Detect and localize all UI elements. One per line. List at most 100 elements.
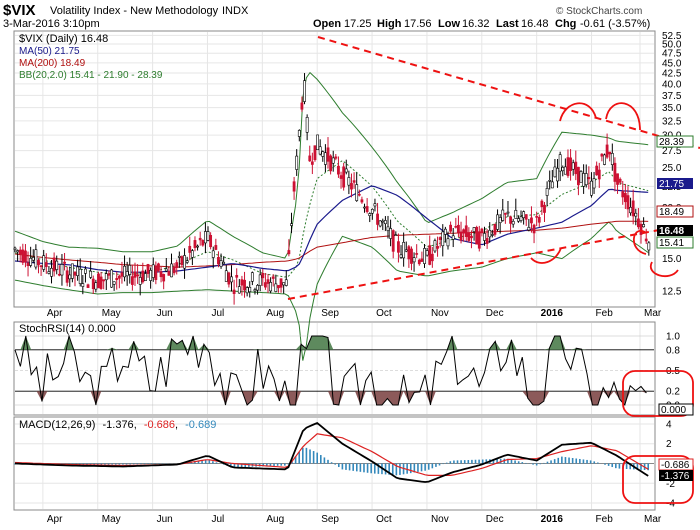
candle-body — [37, 259, 40, 266]
candle-body — [274, 283, 278, 292]
candle-body — [190, 250, 194, 258]
candle-body — [483, 233, 486, 241]
candle-body — [34, 249, 38, 268]
candle-body — [496, 214, 499, 230]
candle-body — [18, 249, 22, 255]
candle-body — [141, 270, 145, 283]
stoch-y-tick-label: 1.0 — [666, 332, 680, 343]
candle-body — [24, 250, 27, 263]
candle-body — [475, 226, 479, 245]
annotations — [287, 36, 700, 504]
candle-body — [235, 274, 239, 278]
price-y-tick-label: 42.5 — [662, 69, 682, 80]
candle-body — [261, 273, 265, 279]
tag-lower: 15.41 — [659, 238, 684, 249]
stoch-y-tick-label: 0.8 — [666, 345, 680, 356]
candle-body — [157, 263, 160, 271]
candle-body — [91, 278, 95, 290]
candle-body — [31, 257, 35, 261]
candle-body — [123, 265, 126, 278]
ma200-line — [14, 220, 649, 268]
x-tick-label: Jul — [211, 514, 224, 525]
candle-body — [577, 166, 580, 186]
candle-body — [610, 153, 614, 165]
candle-body — [397, 241, 400, 253]
candle-body — [104, 273, 108, 281]
x-tick-label: May — [102, 308, 121, 319]
x-tick-label: Sep — [321, 514, 339, 525]
candle-body — [44, 262, 48, 268]
candle-body — [566, 157, 570, 176]
candle-body — [501, 209, 505, 221]
macd-line — [14, 421, 649, 483]
candle-body — [563, 166, 567, 175]
candle-body — [219, 260, 223, 267]
annotation-arc — [530, 247, 562, 264]
high-value: 17.56 — [404, 18, 432, 30]
price-y-tick-label: 15.0 — [662, 254, 682, 265]
tag-ma200: 18.49 — [659, 207, 684, 218]
candle-body — [243, 279, 246, 291]
candle-body — [449, 224, 452, 232]
candle-body — [310, 161, 314, 165]
candle-body — [151, 264, 155, 278]
candle-body — [347, 177, 351, 186]
candle-body — [180, 256, 184, 266]
candle-body — [373, 203, 377, 207]
candle-body — [391, 230, 395, 252]
x-tick-label: Nov — [431, 308, 449, 319]
legend-macd: MACD(12,26,9) -1.376, -0.686, -0.689 — [19, 419, 216, 431]
candle-body — [490, 234, 494, 236]
candle-body — [350, 183, 353, 190]
candle-body — [164, 268, 168, 272]
candle-body — [574, 161, 578, 175]
candle-body — [21, 249, 25, 263]
price-y-axis: 12.515.017.520.022.525.027.530.032.535.0… — [662, 31, 682, 298]
candle-body — [488, 230, 492, 238]
open-label: Open — [313, 18, 341, 30]
candle-body — [110, 269, 113, 288]
macd-name: MACD(12,26,9) — [19, 419, 95, 431]
candle-body — [198, 237, 202, 241]
candle-body — [334, 156, 338, 159]
candle-body — [253, 289, 257, 292]
candle-body — [136, 274, 139, 277]
x-tick-label: Feb — [596, 308, 614, 319]
candle-body — [428, 245, 432, 265]
candle-body — [459, 231, 463, 241]
candle-body — [224, 270, 228, 282]
open-value: 17.25 — [344, 18, 372, 30]
legend-ma50: MA(50) 21.75 — [19, 46, 80, 57]
macd-value: -1.376 — [102, 419, 133, 431]
candle-body — [590, 180, 593, 196]
legend-stochrsi: StochRSI(14) 0.000 — [19, 323, 116, 335]
candle-body — [313, 145, 317, 161]
candle-body — [16, 250, 20, 253]
candle-body — [626, 195, 630, 210]
candle-body — [360, 199, 364, 203]
candle-body — [543, 204, 546, 213]
candle-body — [300, 102, 304, 110]
candle-body — [115, 278, 119, 281]
candle-body — [342, 166, 346, 188]
candle-body — [467, 232, 471, 241]
tag-stoch: 0.000 — [661, 405, 686, 416]
candle-body — [636, 218, 640, 228]
candle-body — [89, 270, 93, 278]
candle-body — [76, 266, 80, 276]
candle-body — [558, 154, 562, 172]
candle-body — [462, 229, 466, 234]
candle-body — [592, 178, 596, 189]
candle-body — [60, 264, 64, 276]
tag-upper: 28.39 — [659, 137, 684, 148]
candle-body — [485, 238, 489, 244]
candle-body — [144, 273, 147, 281]
candle-body — [237, 286, 241, 294]
candle-body — [337, 165, 340, 175]
candle-body — [553, 166, 557, 178]
candle-body — [264, 282, 267, 288]
candle-body — [644, 238, 648, 242]
tag-macd: -1.376 — [661, 471, 690, 482]
candle-body — [597, 169, 601, 180]
candle-body — [631, 200, 635, 217]
